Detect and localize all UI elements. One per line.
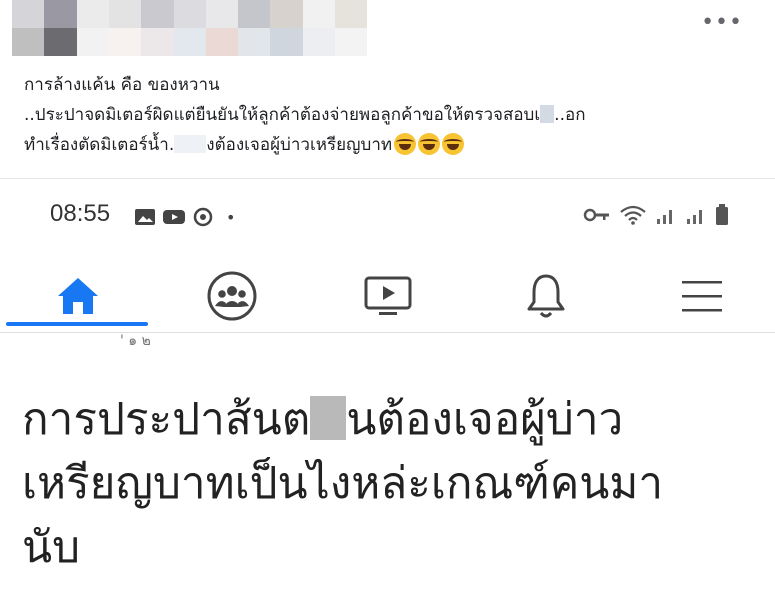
menu-icon [682,281,722,312]
active-tab-indicator [6,322,148,326]
status-bar: 08:55 • [0,196,775,236]
nav-watch[interactable] [348,268,428,324]
redaction-block [310,396,347,440]
redaction-block [174,135,207,153]
post-line-2-tail: ..อก [554,105,586,125]
post-line-2-text: ..ประปาจดมิเตอร์ผิดแต่ยืนยันให้ลูกค้าต้อ… [24,105,541,125]
post-line-1: การล้างแค้น คือ ของหวาน [24,75,220,95]
facebook-nav-bar [0,260,775,333]
signal-icon [687,210,702,224]
laughing-emoji-icon [394,133,417,155]
post-header: ••• [0,0,775,60]
quoted-line-3: นับ [22,522,81,573]
home-icon [58,278,98,314]
post-line-3-text: ทำเรื่องตัดมิเตอร์น้ำ. [24,135,175,155]
partial-text: ' ๑ ๒ [120,333,151,349]
video-icon [364,276,412,315]
status-dot: • [226,207,236,227]
groups-icon [207,271,257,321]
more-options-icon[interactable]: ••• [701,10,743,35]
status-left-icons: • [134,206,235,228]
laughing-emoji-icon [442,133,465,155]
bell-icon [527,274,565,318]
blurred-profile-area [12,0,432,56]
youtube-icon [163,210,185,224]
phone-screenshot: 08:55 • ' ๑ ๒ การประปาส้นต นต้องเจอผู้บ่… [0,180,775,612]
wifi-icon [620,205,646,225]
key-icon [583,208,609,222]
laughing-emoji-icon [418,133,441,155]
divider [0,178,775,179]
quoted-line-1: การประปาส้นต นต้องเจอผู้บ่าว [22,388,762,452]
post-text: การล้างแค้น คือ ของหวาน ..ประปาจดมิเตอร์… [24,70,754,160]
nav-notifications[interactable] [506,268,586,324]
sync-icon [193,207,213,227]
status-time: 08:55 [50,200,111,227]
post-line-3: ทำเรื่องตัดมิเตอร์น้ำ. งต้องเจอผู้บ่าวเหร… [24,130,754,160]
post-line-3-tail: งต้องเจอผู้บ่าวเหรียญบาท [206,135,393,155]
quoted-post-text: การประปาส้นต นต้องเจอผู้บ่าว เหรียญบาทเป็… [22,388,762,580]
battery-icon [716,204,728,225]
quoted-line-1-tail: นต้องเจอผู้บ่าว [346,394,624,445]
status-right-icons [583,204,729,226]
gallery-icon [135,209,155,225]
redaction-block [540,105,555,123]
signal-icon [657,210,672,224]
nav-home[interactable] [6,268,148,326]
quoted-line-2: เหรียญบาทเป็นไงหล่ะเกณฑ์คนมา [22,458,664,509]
quoted-line-1-text: การประปาส้นต [22,394,311,445]
post-line-2: ..ประปาจดมิเตอร์ผิดแต่ยืนยันให้ลูกค้าต้อ… [24,100,754,130]
nav-groups[interactable] [192,268,272,324]
nav-menu[interactable] [662,268,742,324]
